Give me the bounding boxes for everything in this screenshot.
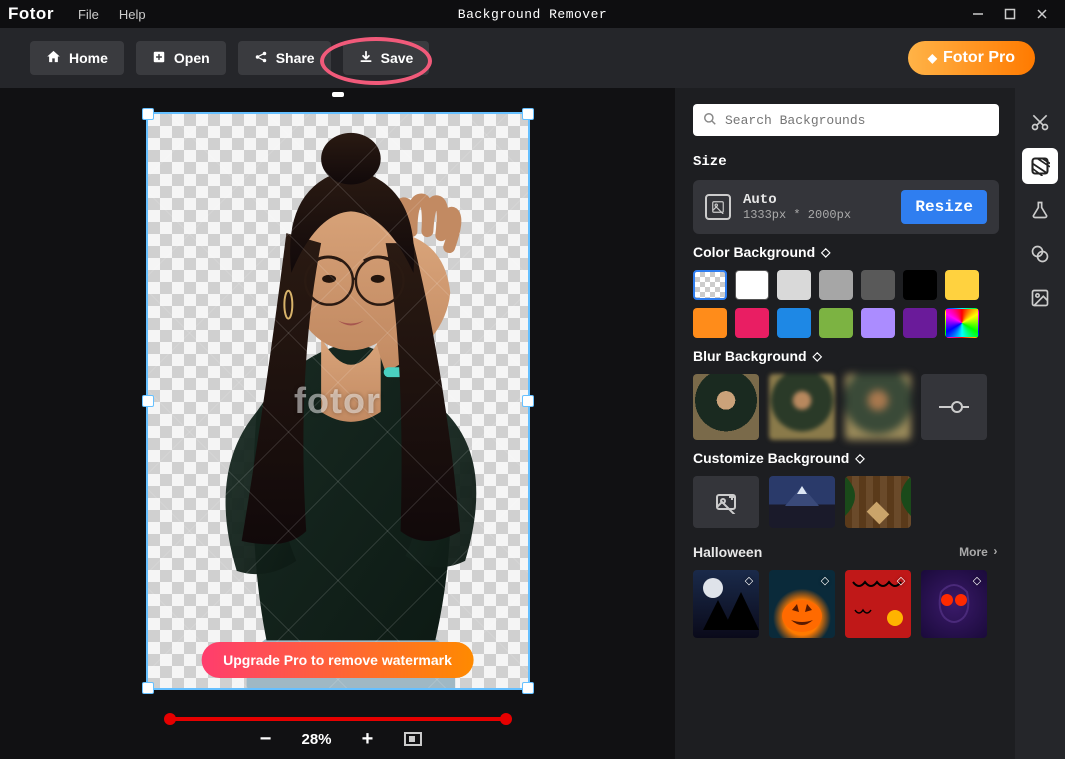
diamond-icon: ◇ [813,349,822,363]
halloween-title: Halloween [693,544,762,560]
rail-overlap-button[interactable] [1022,236,1058,272]
upgrade-pro-button[interactable]: Upgrade Pro to remove watermark [201,642,474,678]
handle-mid-left[interactable] [142,395,154,407]
diamond-icon: ◇ [855,451,864,465]
main-toolbar: Home Open Share Save ◆ Fotor Pro [0,28,1065,88]
fit-screen-button[interactable] [404,732,422,746]
image-icon [705,194,731,220]
rail-flask-button[interactable] [1022,192,1058,228]
diamond-icon: ◇ [818,573,832,587]
handle-top-left[interactable] [142,108,154,120]
size-title: Size [693,154,999,170]
halloween-thumb-2[interactable]: ◇ [769,570,835,638]
title-bar: Fotor File Help Background Remover [0,0,1065,28]
blur-thumb-1[interactable] [693,374,759,440]
diamond-icon: ◇ [894,573,908,587]
swatch-transparent[interactable] [693,270,727,300]
swatch-rainbow[interactable] [945,308,979,338]
home-label: Home [69,50,108,66]
diamond-icon: ◇ [742,573,756,587]
swatch-white[interactable] [735,270,769,300]
maximize-button[interactable] [995,4,1025,24]
pro-label: Fotor Pro [943,49,1015,67]
color-bg-title: Color Background◇ [693,244,999,260]
window-title: Background Remover [458,7,607,22]
rail-background-button[interactable] [1022,148,1058,184]
resize-button[interactable]: Resize [901,190,987,224]
save-label: Save [381,50,414,66]
search-icon [703,112,717,131]
color-swatches [693,270,993,338]
plus-icon [152,50,166,67]
share-button[interactable]: Share [238,41,331,75]
customize-bg-title: Customize Background◇ [693,450,999,466]
upload-bg-button[interactable] [693,476,759,528]
custom-bg-mountain[interactable] [769,476,835,528]
backgrounds-panel: Size Auto 1333px * 2000px Resize Color B… [675,88,1015,759]
diamond-icon: ◇ [970,573,984,587]
swatch-darkgray[interactable] [861,270,895,300]
halloween-thumb-3[interactable]: ◇ [845,570,911,638]
swatch-orange[interactable] [693,308,727,338]
blur-thumb-3[interactable] [845,374,911,440]
zoom-bar: − 28% + [253,727,421,751]
zoom-out-button[interactable]: − [253,727,277,751]
halloween-thumb-1[interactable]: ◇ [693,570,759,638]
swatch-lavender[interactable] [861,308,895,338]
menu-help[interactable]: Help [109,3,156,26]
handle-bottom-left[interactable] [142,682,154,694]
search-input[interactable] [693,104,999,136]
swatch-green[interactable] [819,308,853,338]
handle-top-mid[interactable] [332,92,344,97]
blur-custom-button[interactable] [921,374,987,440]
menu-file[interactable]: File [68,3,109,26]
zoom-value: 28% [301,731,331,748]
size-auto-label: Auto [743,192,889,208]
share-label: Share [276,50,315,66]
handle-mid-right[interactable] [522,395,534,407]
swatch-black[interactable] [903,270,937,300]
fotor-pro-button[interactable]: ◆ Fotor Pro [908,41,1035,75]
app-logo: Fotor [8,4,54,24]
rail-cut-button[interactable] [1022,104,1058,140]
swatch-purple[interactable] [903,308,937,338]
open-button[interactable]: Open [136,41,226,75]
close-button[interactable] [1027,4,1057,24]
download-icon [359,50,373,67]
open-label: Open [174,50,210,66]
halloween-thumb-4[interactable]: ◇ [921,570,987,638]
rail-image-button[interactable] [1022,280,1058,316]
size-dims: 1333px * 2000px [743,208,889,222]
blur-bg-title: Blur Background◇ [693,348,999,364]
handle-bottom-right[interactable] [522,682,534,694]
right-rail [1015,88,1065,759]
minimize-button[interactable] [963,4,993,24]
custom-bg-wood[interactable] [845,476,911,528]
canvas-area[interactable]: fotor Upgrade Pro to remove watermark − … [0,88,675,759]
home-icon [46,49,61,67]
diamond-icon: ◆ [928,51,937,65]
handle-top-right[interactable] [522,108,534,120]
share-icon [254,50,268,67]
diamond-icon: ◇ [821,245,830,259]
canvas-image[interactable]: fotor Upgrade Pro to remove watermark [146,112,530,690]
search-field[interactable] [693,104,999,136]
crop-slider[interactable] [167,717,509,721]
size-row: Auto 1333px * 2000px Resize [693,180,999,234]
blur-thumb-2[interactable] [769,374,835,440]
watermark-text: fotor [294,380,381,422]
home-button[interactable]: Home [30,41,124,75]
swatch-pink[interactable] [735,308,769,338]
swatch-lightgray[interactable] [777,270,811,300]
swatch-gray[interactable] [819,270,853,300]
swatch-blue[interactable] [777,308,811,338]
zoom-in-button[interactable]: + [356,727,380,751]
swatch-yellow[interactable] [945,270,979,300]
save-button[interactable]: Save [343,41,430,75]
more-button[interactable]: More › [959,545,999,559]
